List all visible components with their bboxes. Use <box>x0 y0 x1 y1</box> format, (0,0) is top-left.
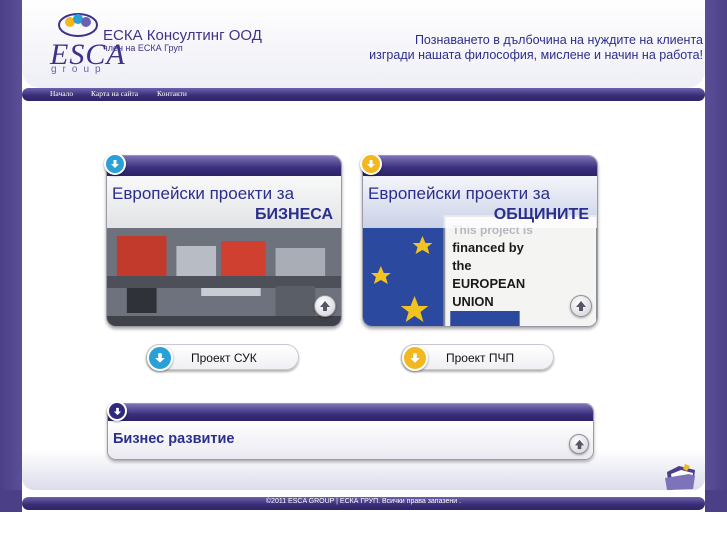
photo-text-line-3: the <box>452 258 471 273</box>
page: ESCA group ЕСКА Консултинг ООД член на Е… <box>0 0 727 545</box>
photo-text-line-4: EUROPEAN <box>452 276 525 291</box>
arrow-up-icon[interactable] <box>570 295 592 317</box>
esca-logo-emblem-icon <box>58 13 98 37</box>
card-title-line-2: ОБЩИНИТЕ <box>493 206 589 223</box>
arrow-down-icon <box>147 345 173 371</box>
photo-text-line-2: financed by <box>452 240 524 255</box>
footer-left-edge <box>0 490 22 512</box>
business-development-label: Бизнес развитие <box>113 431 235 447</box>
nav-item-sitemap[interactable]: Карта на сайта <box>91 89 138 98</box>
card-municipality-projects[interactable]: This project is financed by the EUROPEAN… <box>362 155 598 327</box>
card-header-bar <box>107 156 341 176</box>
nav-item-contacts[interactable]: Контакти <box>157 89 187 98</box>
card-title-line-1: Европейски проекти за <box>368 184 551 203</box>
footer-copyright: ©2011 ESCA GROUP | ЕСКА ГРУП. Всички пра… <box>265 498 462 505</box>
nav-bar: Начало Карта на сайта Контакти <box>22 88 705 101</box>
card-header-bar <box>363 156 597 176</box>
left-border <box>0 0 22 512</box>
project-pchp-label: Проект ПЧП <box>446 351 515 365</box>
panel-header-bar <box>108 404 593 421</box>
right-border <box>705 0 727 512</box>
project-pchp-button[interactable]: Проект ПЧП <box>401 344 554 371</box>
logo-subtext: group <box>51 64 107 75</box>
slogan-line-2: изгради нашата философия, мислене и начи… <box>369 48 703 62</box>
arrow-up-icon[interactable] <box>314 295 336 317</box>
card-title-line-2: БИЗНЕСА <box>255 206 333 223</box>
member-text: член на ЕСКА Груп <box>103 43 183 53</box>
nav-item-home[interactable]: Начало <box>50 89 73 98</box>
folder-icon[interactable] <box>663 462 697 492</box>
arrow-up-icon[interactable] <box>569 434 589 454</box>
card-business-projects[interactable]: Европейски проекти за БИЗНЕСА <box>106 155 342 327</box>
project-suk-button[interactable]: Проект СУК <box>146 344 299 371</box>
footer-right-edge <box>705 490 727 512</box>
project-suk-label: Проект СУК <box>191 351 257 365</box>
arrow-down-icon <box>104 153 126 175</box>
footer-bar: ©2011 ESCA GROUP | ЕСКА ГРУП. Всички пра… <box>22 497 705 510</box>
arrow-down-icon <box>360 153 382 175</box>
company-name: ЕСКА Консултинг ООД <box>103 27 262 44</box>
photo-text-line-5: UNION <box>452 294 494 309</box>
slogan-line-1: Познаването в дълбочина на нуждите на кл… <box>414 33 703 47</box>
arrow-down-icon <box>107 401 127 421</box>
card-title-line-1: Европейски проекти за <box>112 184 295 203</box>
business-development-panel[interactable]: Бизнес развитие <box>107 403 594 460</box>
arrow-down-icon <box>402 345 428 371</box>
